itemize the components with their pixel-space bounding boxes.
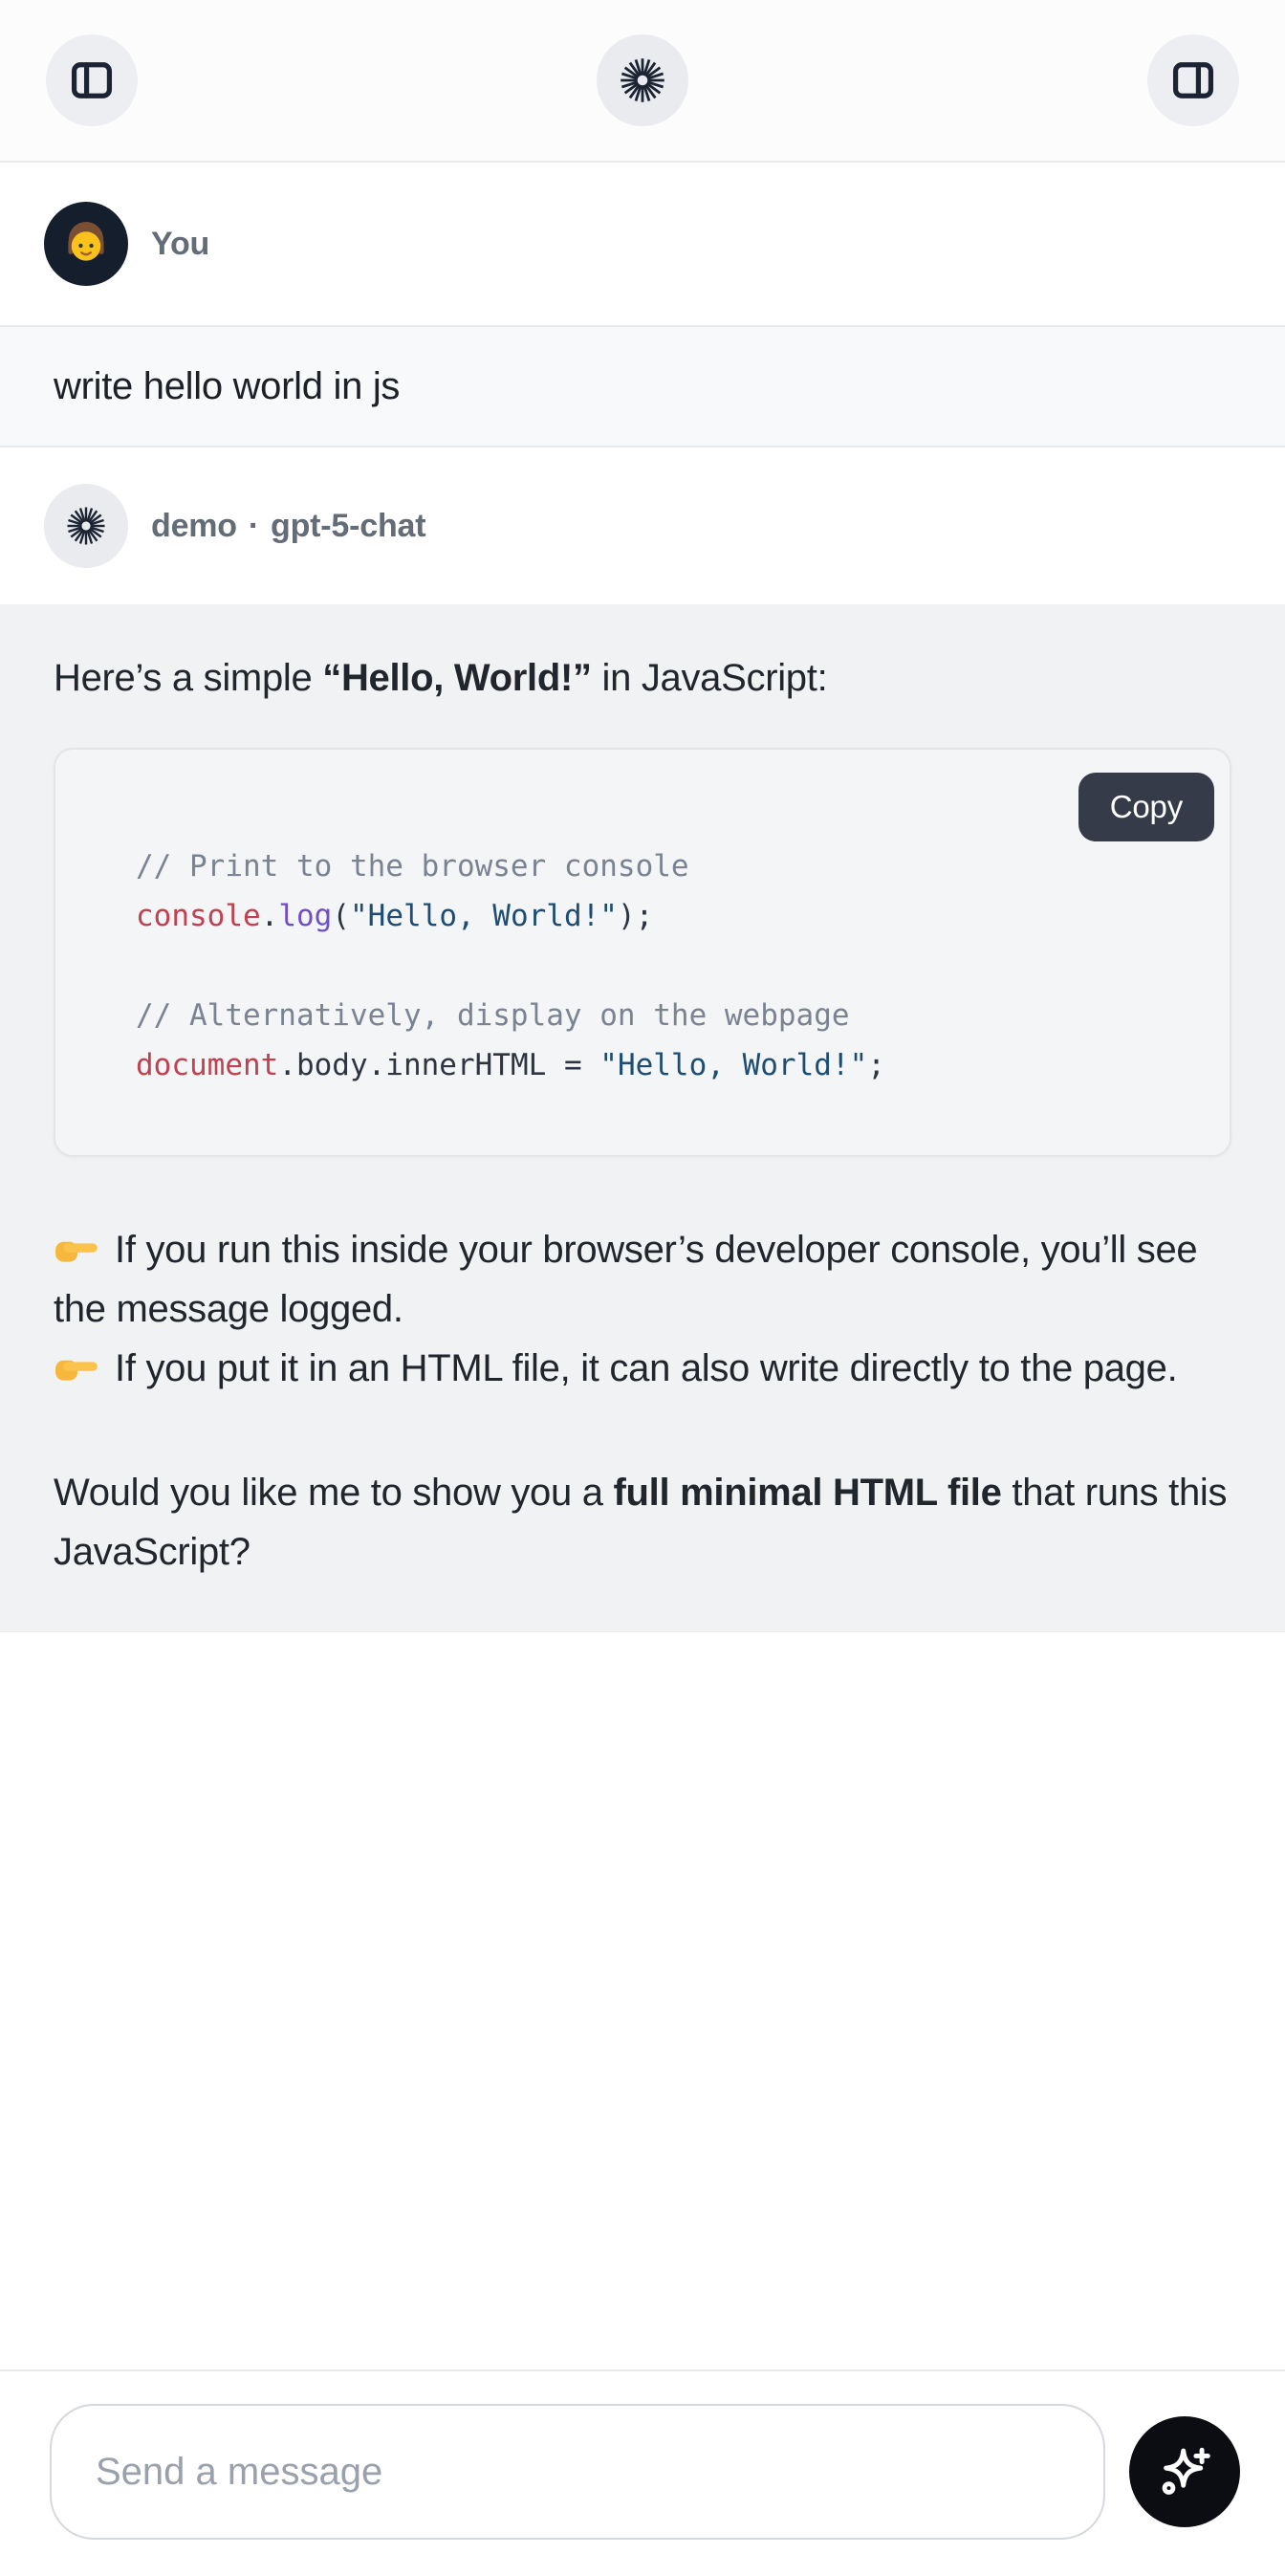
tip1-text: If you run this inside your browser’s de… (54, 1229, 1197, 1330)
assistant-intro-paragraph: Here’s a simple “Hello, World!” in JavaS… (54, 648, 1231, 708)
sparkles-icon (1155, 2442, 1214, 2501)
composer-bar (0, 2369, 1285, 2576)
question-bold-text: full minimal HTML file (614, 1472, 1002, 1514)
person-emoji-icon (58, 216, 114, 272)
code-line-comment: // Print to the browser console (136, 841, 1191, 891)
agent-name: demo (151, 508, 237, 545)
starburst-logo-icon (616, 54, 669, 107)
chat-app: You write hello world in js (0, 0, 1285, 2576)
send-button[interactable] (1129, 2416, 1240, 2527)
user-message: write hello world in js (0, 325, 1285, 448)
intro-text-after: in JavaScript: (592, 657, 828, 699)
chat-area: You write hello world in js (0, 163, 1285, 2369)
assistant-agent-label: demo · gpt-5-chat (151, 508, 425, 545)
message-input[interactable] (50, 2404, 1105, 2540)
intro-bold-text: “Hello, World!” (322, 657, 591, 699)
pointing-right-emoji-icon (54, 1342, 101, 1389)
sidebar-toggle-button[interactable] (46, 34, 138, 126)
assistant-avatar[interactable] (44, 484, 128, 568)
chat-empty-space (0, 1632, 1285, 2369)
user-message-text: write hello world in js (54, 365, 400, 408)
right-panel-toggle-button[interactable] (1147, 34, 1239, 126)
agent-model-separator: · (249, 508, 259, 545)
top-bar (0, 0, 1285, 163)
model-name: gpt-5-chat (271, 508, 425, 545)
code-block: Copy // Print to the browser console con… (54, 748, 1231, 1157)
code-line-blank (136, 941, 1191, 991)
panel-left-icon (67, 55, 117, 105)
assistant-message-header: demo · gpt-5-chat (0, 448, 1285, 604)
user-avatar[interactable] (44, 202, 128, 286)
tip2-text: If you put it in an HTML file, it can al… (115, 1347, 1177, 1389)
assistant-question-paragraph: Would you like me to show you a full min… (54, 1463, 1231, 1582)
assistant-tips-paragraph: If you run this inside your browser’s de… (54, 1220, 1231, 1398)
assistant-message: Here’s a simple “Hello, World!” in JavaS… (0, 604, 1285, 1632)
pointing-right-emoji-icon (54, 1223, 101, 1271)
app-logo-button[interactable] (597, 34, 688, 126)
starburst-avatar-icon (63, 503, 109, 549)
user-sender-label: You (151, 226, 209, 263)
code-line-innerhtml: document.body.innerHTML = "Hello, World!… (136, 1040, 1191, 1090)
code-line-console-log: console.log("Hello, World!"); (136, 891, 1191, 941)
user-message-header: You (0, 163, 1285, 325)
copy-code-button[interactable]: Copy (1078, 773, 1214, 841)
panel-right-icon (1168, 55, 1218, 105)
intro-text: Here’s a simple (54, 657, 322, 699)
code-line-comment2: // Alternatively, display on the webpage (136, 991, 1191, 1040)
question-text: Would you like me to show you a (54, 1472, 614, 1514)
